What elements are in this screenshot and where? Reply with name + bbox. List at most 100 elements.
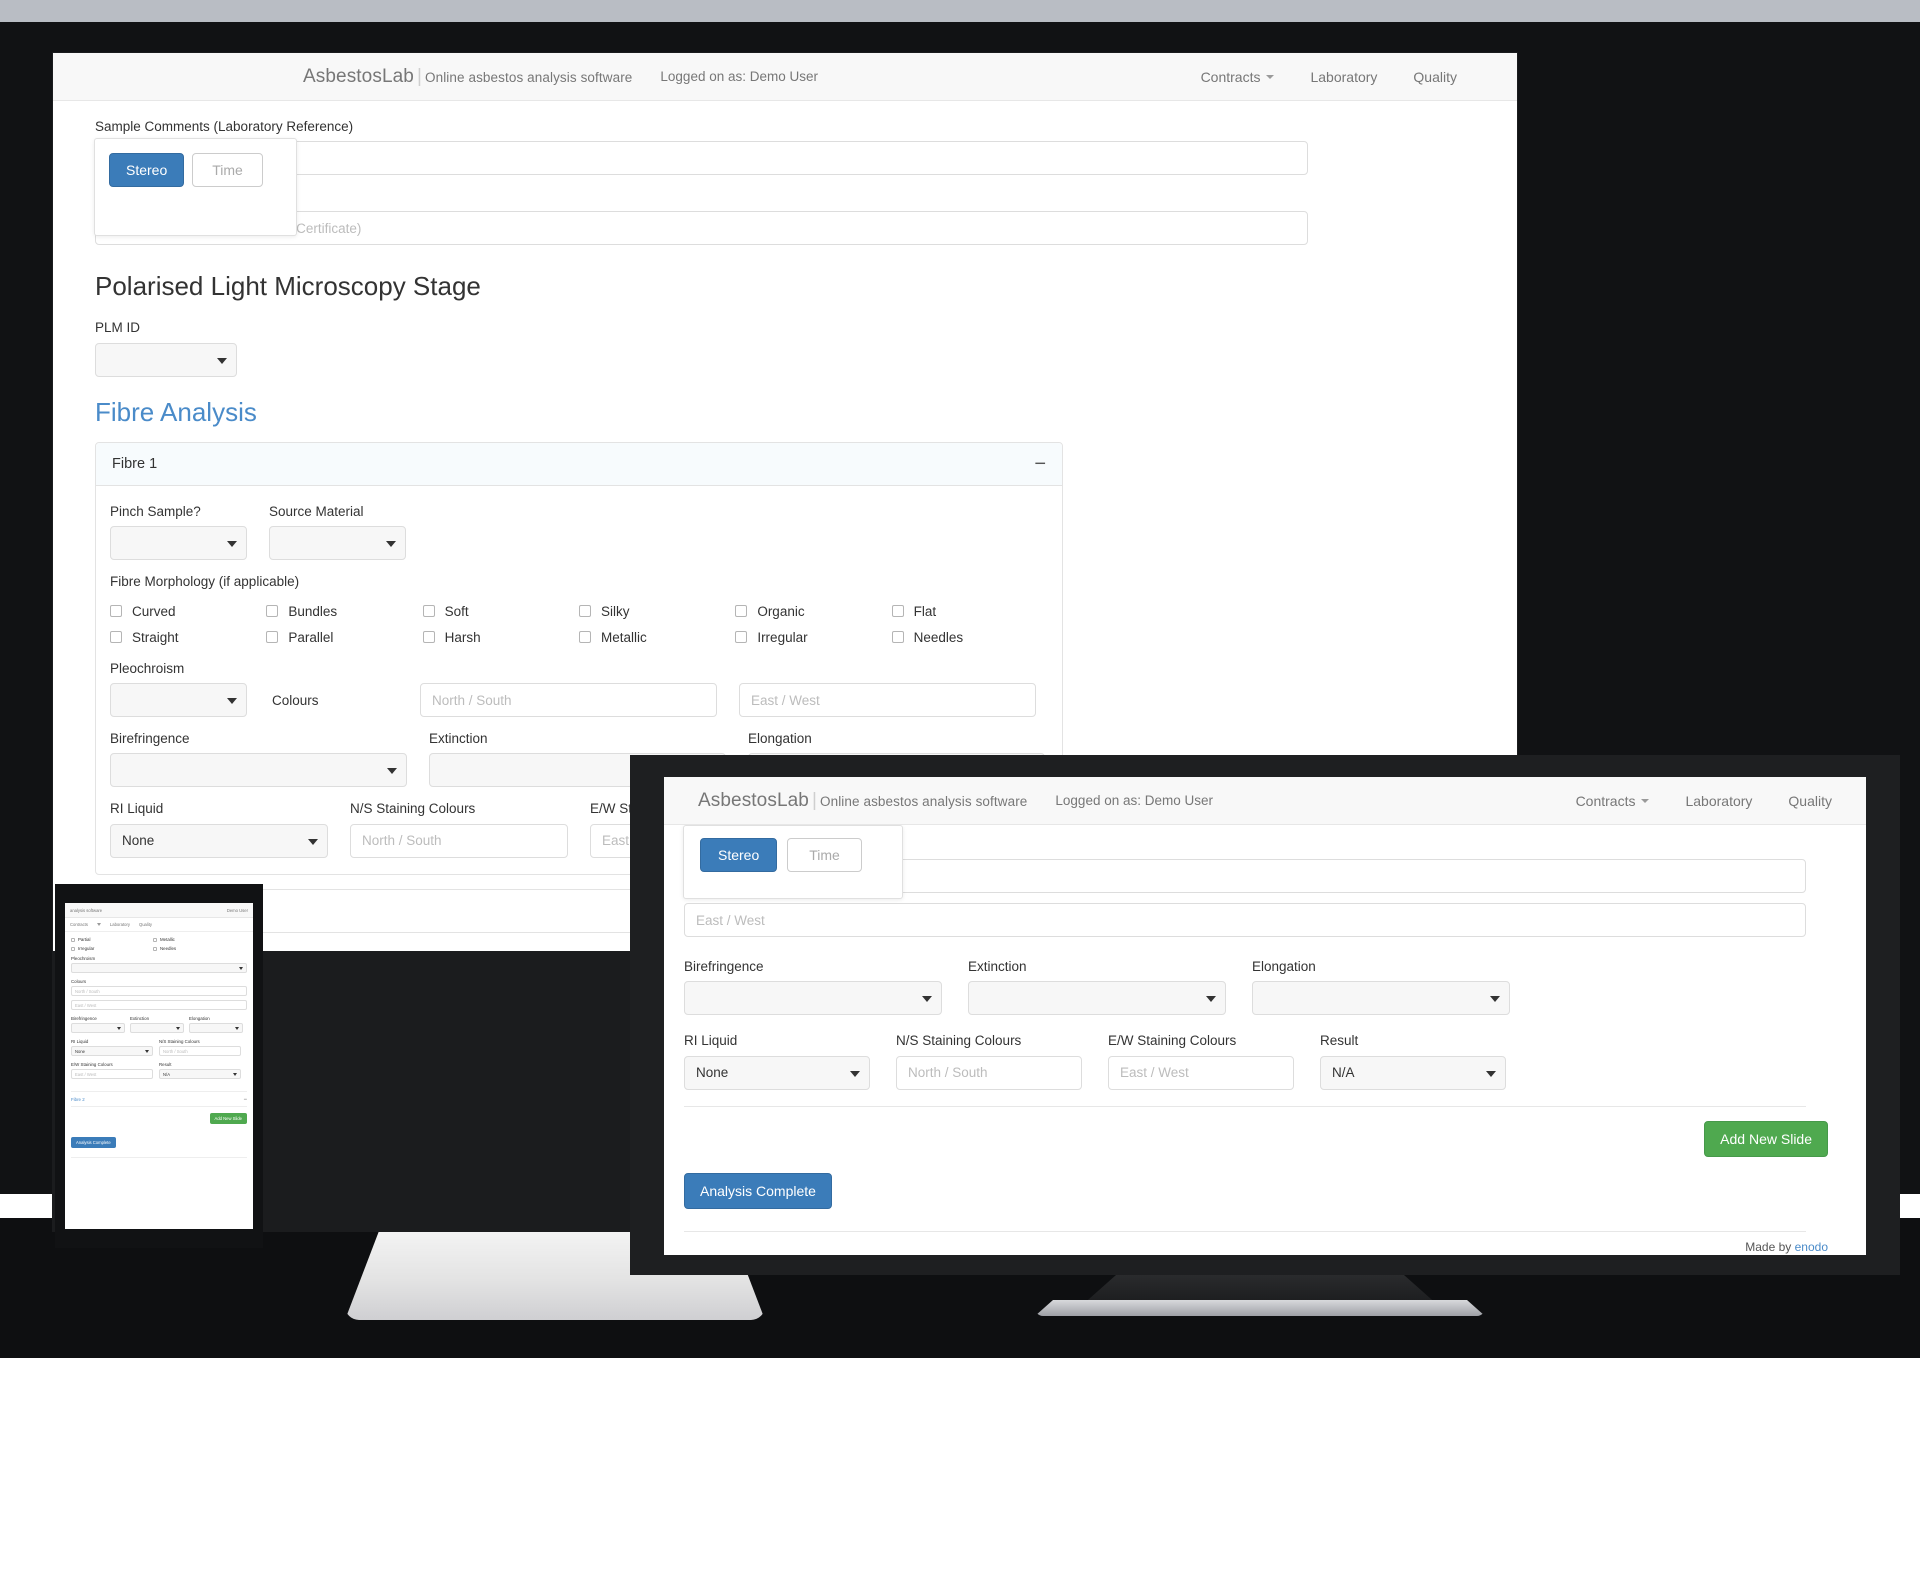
birefringence-select-2[interactable] <box>684 981 942 1016</box>
tablet-checkbox-needles[interactable]: Needles <box>153 946 176 951</box>
tablet-ns-staining-input[interactable]: North / South <box>159 1046 241 1056</box>
checkbox-icon[interactable] <box>266 631 279 644</box>
checkbox-silky[interactable]: Silky <box>578 604 735 619</box>
ew-staining-input-2[interactable] <box>1108 1055 1294 1090</box>
tablet-analysis-complete-button[interactable]: Analysis Complete <box>71 1137 116 1148</box>
checkbox-icon[interactable] <box>71 937 75 942</box>
time-toggle-button[interactable]: Time <box>192 153 263 187</box>
tablet-extinction-select[interactable] <box>130 1023 184 1033</box>
checkbox-icon[interactable] <box>266 605 279 618</box>
checkbox-icon[interactable] <box>891 631 904 644</box>
stereo-toggle-button-2[interactable]: Stereo <box>700 838 778 872</box>
source-material-select[interactable] <box>269 525 406 560</box>
tablet-ew-staining-group: E/W Staining Colours East / West <box>71 1062 153 1079</box>
nav-item-quality[interactable]: Quality <box>1413 69 1457 85</box>
morphology-row-1: Curved Bundles Soft Silky Organic Flat <box>110 604 1048 619</box>
nav-item-contracts[interactable]: Contracts <box>1201 69 1275 85</box>
checkbox-flat-label: Flat <box>913 603 937 619</box>
checkbox-icon[interactable] <box>153 937 157 942</box>
checkbox-harsh[interactable]: Harsh <box>422 630 579 645</box>
colours-ns-input[interactable] <box>420 683 717 718</box>
time-toggle-button-2[interactable]: Time <box>787 838 862 872</box>
checkbox-soft[interactable]: Soft <box>422 604 579 619</box>
nav-item-contracts-2[interactable]: Contracts <box>1576 793 1650 809</box>
tablet-nav-laboratory[interactable]: Laboratory <box>110 922 130 927</box>
checkbox-icon[interactable] <box>735 605 748 618</box>
tablet-screen: analysis software Demo User Contracts La… <box>65 903 253 1229</box>
birefringence-select[interactable] <box>110 753 407 788</box>
tablet-colours-ew-input[interactable]: East / West <box>71 1000 247 1010</box>
brand-logo-2[interactable]: AsbestosLab | Online asbestos analysis sof… <box>698 790 1027 812</box>
checkbox-icon[interactable] <box>422 631 435 644</box>
chevron-down-icon <box>850 1070 860 1077</box>
collapse-icon[interactable]: − <box>243 1097 247 1103</box>
tablet-checkbox-partial[interactable]: Partial <box>71 937 153 942</box>
elongation-group-2: Elongation <box>1252 959 1510 1016</box>
pinch-sample-select[interactable] <box>110 525 247 560</box>
result-select-2[interactable]: N/A <box>1320 1055 1506 1090</box>
tablet-result-select[interactable]: N/A <box>159 1069 241 1079</box>
ns-staining-input-2[interactable] <box>896 1055 1082 1090</box>
tablet-checkbox-irregular[interactable]: Irregular <box>71 946 153 951</box>
tablet-elongation-select[interactable] <box>189 1023 243 1033</box>
birefringence-label: Birefringence <box>110 731 190 747</box>
checkbox-parallel[interactable]: Parallel <box>266 630 422 645</box>
checkbox-organic[interactable]: Organic <box>735 604 891 619</box>
checkbox-icon[interactable] <box>578 631 591 644</box>
tablet-add-new-slide-button[interactable]: Add New Slide <box>209 1113 247 1124</box>
tablet-checkbox-needles-label: Needles <box>160 946 177 951</box>
ri-liquid-select-2[interactable]: None <box>684 1055 870 1090</box>
nav-item-laboratory[interactable]: Laboratory <box>1310 69 1377 85</box>
checkbox-icon[interactable] <box>71 946 75 951</box>
checkbox-icon[interactable] <box>153 946 157 951</box>
tablet-colours-ns-input[interactable]: North / South <box>71 986 247 996</box>
tablet-birefringence-select[interactable] <box>71 1023 125 1033</box>
ri-liquid-select[interactable]: None <box>110 823 328 858</box>
tablet-fibre-2-title[interactable]: Fibre 2 <box>71 1097 85 1102</box>
tablet-colours-ew-placeholder: East / West <box>75 1002 97 1008</box>
elongation-select-2[interactable] <box>1252 981 1510 1016</box>
add-new-slide-button[interactable]: Add New Slide <box>1704 1120 1828 1157</box>
tablet-nav-quality[interactable]: Quality <box>139 922 152 927</box>
ns-staining-input[interactable] <box>350 823 568 858</box>
logged-on-label: Logged on as: Demo User <box>660 69 818 84</box>
checkbox-icon[interactable] <box>422 605 435 618</box>
pleochroism-select[interactable] <box>110 683 247 718</box>
tablet-result-group: Result N/A <box>159 1062 241 1079</box>
checkbox-icon[interactable] <box>891 605 904 618</box>
checkbox-needles[interactable]: Needles <box>891 630 1048 645</box>
morphology-row-2: Straight Parallel Harsh Metallic Irregul… <box>110 630 1048 645</box>
nav-item-laboratory-2[interactable]: Laboratory <box>1685 793 1752 809</box>
nav-item-quality-2[interactable]: Quality <box>1788 793 1832 809</box>
checkbox-curved[interactable]: Curved <box>110 604 266 619</box>
plm-id-label: PLM ID <box>95 320 141 336</box>
tablet-nav-contracts[interactable]: Contracts <box>70 922 88 927</box>
colours-ew-input-2[interactable] <box>684 903 1806 938</box>
checkbox-icon[interactable] <box>735 631 748 644</box>
checkbox-icon[interactable] <box>578 605 591 618</box>
tablet-checkbox-metallic[interactable]: Metallic <box>153 937 175 942</box>
fibre-1-panel-header[interactable]: Fibre 1 − <box>96 442 1062 486</box>
chevron-down-icon <box>1641 798 1650 803</box>
plm-id-select[interactable] <box>95 342 237 377</box>
collapse-icon[interactable]: − <box>1034 454 1046 474</box>
analysis-complete-button-2[interactable]: Analysis Complete <box>684 1172 832 1209</box>
checkbox-straight[interactable]: Straight <box>110 630 266 645</box>
chevron-down-icon <box>308 838 318 845</box>
stereo-toggle-button[interactable]: Stereo <box>109 153 185 187</box>
colours-ew-input[interactable] <box>739 683 1036 718</box>
tablet-ew-staining-input[interactable]: East / West <box>71 1069 153 1079</box>
checkbox-icon[interactable] <box>110 631 122 644</box>
checkbox-bundles[interactable]: Bundles <box>266 604 422 619</box>
checkbox-irregular[interactable]: Irregular <box>735 630 891 645</box>
brand-logo[interactable]: AsbestosLab | Online asbestos analysis sof… <box>303 66 632 88</box>
tablet-ri-liquid-select[interactable]: None <box>71 1046 153 1056</box>
tablet-checkbox-partial-label: Partial <box>78 937 91 942</box>
made-by-link[interactable]: enodo <box>1795 1240 1828 1254</box>
checkbox-metallic[interactable]: Metallic <box>578 630 735 645</box>
checkbox-icon[interactable] <box>110 605 122 618</box>
extinction-select-2[interactable] <box>968 981 1226 1016</box>
tablet-birefringence-label: Birefringence <box>71 1016 97 1021</box>
checkbox-flat[interactable]: Flat <box>891 603 1048 619</box>
tablet-pleochroism-select[interactable] <box>71 963 247 973</box>
